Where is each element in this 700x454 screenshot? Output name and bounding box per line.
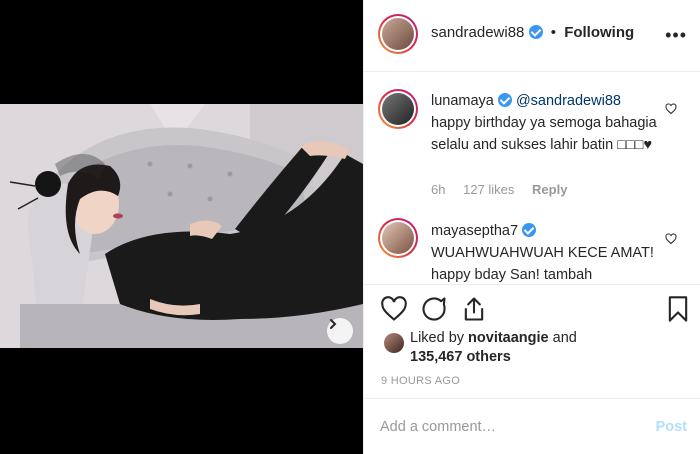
comment-username[interactable]: lunamaya bbox=[431, 93, 494, 109]
liked-by-user[interactable]: novitaangie bbox=[468, 330, 549, 346]
comment-text: lunamaya @sandradewi88 happy birthday ya… bbox=[431, 90, 661, 156]
post-timestamp[interactable]: 9 HOURS AGO bbox=[381, 375, 460, 387]
post-sidebar: sandradewi88 • Following ••• lunamaya @s… bbox=[363, 0, 700, 454]
following-button[interactable]: Following bbox=[564, 24, 634, 41]
liked-by-prefix: Liked by bbox=[410, 330, 469, 346]
share-icon[interactable] bbox=[460, 295, 488, 323]
liker-avatar[interactable] bbox=[384, 333, 404, 353]
author-username[interactable]: sandradewi88 bbox=[431, 24, 524, 41]
comment-username[interactable]: mayasepthа7 bbox=[431, 223, 518, 239]
post-header: sandradewi88 • Following ••• bbox=[364, 0, 700, 72]
story-ring[interactable] bbox=[378, 14, 418, 54]
bookmark-icon[interactable] bbox=[664, 295, 692, 323]
add-comment-bar: Post bbox=[364, 398, 700, 454]
author-line: sandradewi88 • Following bbox=[431, 24, 634, 41]
commenter-avatar bbox=[382, 93, 414, 125]
chevron-right-icon bbox=[330, 319, 337, 329]
comment-input[interactable] bbox=[380, 416, 640, 438]
verified-badge-icon bbox=[522, 223, 537, 237]
more-options-icon[interactable]: ••• bbox=[665, 25, 687, 46]
post-photo[interactable] bbox=[0, 104, 363, 348]
verified-badge-icon bbox=[497, 93, 512, 107]
verified-badge-icon bbox=[528, 25, 543, 39]
commenter-story-ring[interactable] bbox=[378, 218, 418, 258]
comment-meta: 6h 127 likes Reply bbox=[431, 182, 581, 197]
separator-dot: • bbox=[550, 24, 557, 41]
reply-button[interactable]: Reply bbox=[532, 182, 567, 197]
comment-text: mayasepthа7 WUAHWUAHWUAH KECE AMAT! happ… bbox=[431, 220, 661, 284]
post-comment-button[interactable]: Post bbox=[656, 419, 687, 435]
comment-time[interactable]: 6h bbox=[431, 182, 445, 197]
commenter-avatar bbox=[382, 222, 414, 254]
heart-icon[interactable] bbox=[665, 103, 677, 115]
post-media bbox=[0, 0, 363, 454]
likes-count[interactable]: 135,467 others bbox=[410, 349, 511, 365]
photo-illustration bbox=[0, 104, 363, 348]
comment-body: happy birthday ya semoga bahagia selalu … bbox=[431, 115, 657, 153]
heart-icon[interactable] bbox=[665, 233, 677, 245]
comment-body: WUAHWUAHWUAH KECE AMAT! happy bday San! … bbox=[431, 245, 654, 283]
author-avatar bbox=[382, 18, 414, 50]
liked-by-text: Liked by novitaangie and 135,467 others bbox=[410, 329, 650, 367]
next-photo-button[interactable] bbox=[327, 318, 353, 344]
comments-list: lunamaya @sandradewi88 happy birthday ya… bbox=[364, 72, 700, 284]
comment-icon[interactable] bbox=[420, 295, 448, 323]
heart-icon[interactable] bbox=[380, 295, 408, 323]
post-actions: Liked by novitaangie and 135,467 others … bbox=[364, 284, 700, 454]
liked-by-middle: and bbox=[548, 330, 577, 346]
commenter-story-ring[interactable] bbox=[378, 89, 418, 129]
comment-mention[interactable]: @sandradewi88 bbox=[516, 93, 621, 109]
comment-likes[interactable]: 127 likes bbox=[463, 182, 514, 197]
